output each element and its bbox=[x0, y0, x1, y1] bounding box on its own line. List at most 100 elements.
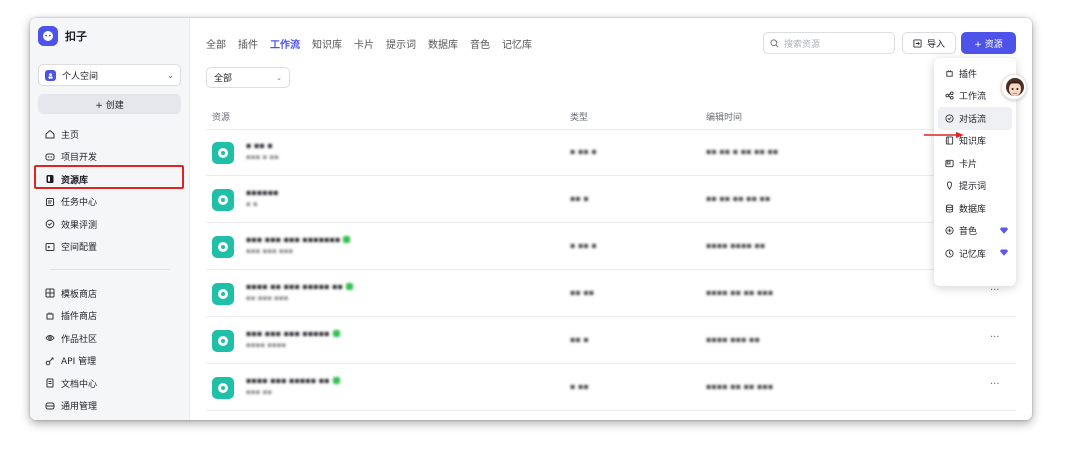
resource-type: ▪▪ ▪ bbox=[570, 194, 589, 203]
sidebar-item-task[interactable]: 任务中心 bbox=[38, 191, 184, 214]
table-row[interactable]: ▪ ▪▪ ▪ ▪▪▪ ▪ ▪▪ ▪ ▪▪ ▪ ▪▪ ▪▪ ▪ ▪▪ ▪▪ ▪▪ bbox=[206, 130, 1016, 176]
tab-2[interactable]: 工作流 bbox=[270, 36, 300, 51]
nav-divider bbox=[50, 269, 170, 270]
space-name: 个人空间 bbox=[62, 71, 99, 82]
resource-type: ▪ ▪▪ ▪ bbox=[570, 147, 597, 156]
create-button[interactable]: + 创建 bbox=[38, 94, 181, 114]
tab-0[interactable]: 全部 bbox=[206, 36, 226, 51]
menu-item-card[interactable]: 卡片 bbox=[938, 152, 1012, 175]
chatflow-resource-icon bbox=[212, 330, 234, 352]
sidebar-item-general-manage[interactable]: 通用管理 bbox=[38, 395, 184, 418]
resource-name-wrap: ▪▪▪ ▪▪▪ ▪▪▪ ▪▪▪▪▪ bbox=[246, 329, 340, 338]
sidebar-item-space-config[interactable]: 空间配置 bbox=[38, 236, 184, 259]
published-badge-icon bbox=[332, 330, 340, 337]
resource-description: ▪▪▪▪ ▪▪▪▪ bbox=[246, 341, 287, 349]
nav-top: 主页 项目开发 资源库 任务中心 效果评测 空间配置 bbox=[38, 123, 184, 258]
more-options-button[interactable]: ··· bbox=[990, 332, 1000, 343]
sidebar-item-label: 空间配置 bbox=[61, 243, 98, 254]
table-row[interactable]: ▪▪▪▪ ▪▪ ▪▪▪ ▪▪▪▪▪ ▪▪ ▪▪ ▪▪▪ ▪▪▪ ▪▪ ▪▪ ▪▪▪▪ … bbox=[206, 271, 1016, 317]
resource-name-wrap: ▪ ▪▪ ▪ bbox=[246, 141, 273, 150]
chatflow-resource-icon bbox=[212, 142, 234, 164]
menu-item-label: 数据库 bbox=[959, 204, 987, 215]
task-icon bbox=[44, 196, 55, 207]
table-row[interactable]: ▪▪▪ ▪▪▪ ▪▪▪ ▪▪▪▪▪ ▪▪▪▪ ▪▪▪▪ ▪▪ ▪ ▪▪▪▪ ▪▪▪ ▪… bbox=[206, 318, 1016, 364]
filter-select[interactable]: 全部 ⌄ bbox=[206, 67, 290, 88]
sidebar-item-label: 文档中心 bbox=[61, 379, 98, 390]
app-name: 扣子 bbox=[65, 30, 87, 43]
table-row[interactable]: ▪▪▪▪ ▪▪▪ ▪▪▪▪▪ ▪▪ ▪▪▪ ▪▪ ▪ ▪▪ ▪▪▪▪ ▪▪ ▪▪ ▪▪… bbox=[206, 365, 1016, 411]
resource-name-wrap: ▪▪▪▪▪▪ bbox=[246, 188, 279, 197]
resource-name-wrap: ▪▪▪▪ ▪▪ ▪▪▪ ▪▪▪▪▪ ▪▪ bbox=[246, 282, 353, 291]
resource-name: ▪ ▪▪ ▪ bbox=[246, 141, 273, 150]
menu-item-chatflow[interactable]: 对话流 bbox=[938, 107, 1012, 130]
nav-bottom: 模板商店插件商店作品社区 API 管理文档中心通用管理 bbox=[38, 282, 184, 417]
sidebar-item-api[interactable]: API 管理 bbox=[38, 350, 184, 373]
table-row[interactable]: ▪▪▪ ▪▪▪ ▪▪▪ ▪▪▪▪▪▪▪ ▪▪▪ ▪▪▪ ▪▪▪ ▪ ▪▪ ▪ ▪▪▪▪… bbox=[206, 224, 1016, 270]
premium-gem-icon bbox=[1000, 227, 1008, 237]
assistant-avatar[interactable] bbox=[1001, 74, 1027, 100]
column-header-type: 类型 bbox=[570, 113, 589, 123]
chatflow-resource-icon bbox=[212, 377, 234, 399]
sidebar-item-home[interactable]: 主页 bbox=[38, 123, 184, 146]
sidebar-item-docs[interactable]: 文档中心 bbox=[38, 372, 184, 395]
menu-item-label: 工作流 bbox=[959, 92, 987, 103]
menu-item-label: 插件 bbox=[959, 69, 978, 80]
sidebar-item-label: 效果评测 bbox=[61, 220, 98, 231]
search-placeholder: 搜索资源 bbox=[784, 39, 821, 50]
menu-item-label: 对话流 bbox=[959, 114, 987, 125]
tab-5[interactable]: 提示词 bbox=[386, 36, 416, 51]
resource-description: ▪▪▪ ▪ ▪▪ bbox=[246, 153, 279, 161]
plugin-store-icon bbox=[44, 310, 55, 321]
tab-7[interactable]: 音色 bbox=[470, 36, 490, 51]
import-icon bbox=[913, 38, 922, 48]
app-logo[interactable]: 扣子 bbox=[38, 26, 87, 46]
tab-6[interactable]: 数据库 bbox=[428, 36, 458, 51]
menu-item-database[interactable]: 数据库 bbox=[938, 197, 1012, 220]
chevron-down-icon: ⌄ bbox=[167, 70, 174, 80]
resource-name-wrap: ▪▪▪ ▪▪▪ ▪▪▪ ▪▪▪▪▪▪▪ bbox=[246, 235, 351, 244]
workflow-icon bbox=[944, 91, 954, 101]
sidebar-item-evaluate[interactable]: 效果评测 bbox=[38, 213, 184, 236]
tab-4[interactable]: 卡片 bbox=[354, 36, 374, 51]
add-resource-button[interactable]: + 资源 bbox=[961, 32, 1016, 54]
menu-item-memory[interactable]: 记忆库 bbox=[938, 242, 1012, 265]
search-input[interactable]: 搜索资源 bbox=[763, 32, 895, 54]
sidebar-item-plugin-store[interactable]: 插件商店 bbox=[38, 305, 184, 328]
menu-item-label: 音色 bbox=[959, 227, 978, 238]
sidebar-item-template-store[interactable]: 模板商店 bbox=[38, 282, 184, 305]
sidebar-item-community[interactable]: 作品社区 bbox=[38, 327, 184, 350]
plugin-icon bbox=[944, 68, 954, 78]
resource-edit-time: ▪▪▪▪ ▪▪▪ ▪▪ bbox=[706, 335, 760, 344]
card-icon bbox=[944, 158, 954, 168]
highlight-box bbox=[34, 165, 184, 189]
space-config-icon bbox=[44, 241, 55, 252]
sidebar: 扣子 个人空间 ⌄ + 创建 主页 项目开发 资源库 任务中心 效果评测 空间配置 模板商… bbox=[30, 18, 190, 420]
menu-item-voice[interactable]: 音色 bbox=[938, 220, 1012, 243]
menu-item-prompt[interactable]: 提示词 bbox=[938, 175, 1012, 198]
more-options-button[interactable]: ··· bbox=[990, 379, 1000, 390]
table-row[interactable]: ▪▪▪▪▪▪ ▪ ▪ ▪▪ ▪ ▪▪ ▪▪ ▪▪ ▪▪ ▪▪ bbox=[206, 177, 1016, 223]
tab-1[interactable]: 插件 bbox=[238, 36, 258, 51]
resource-tabs: 全部 插件 工作流 知识库 卡片 提示词 数据库 音色 记忆库 bbox=[206, 36, 544, 51]
menu-item-plugin[interactable]: 插件 bbox=[938, 62, 1012, 85]
column-header-resource: 资源 bbox=[212, 113, 231, 123]
resource-description: ▪▪▪ ▪▪▪ ▪▪▪ bbox=[246, 247, 294, 255]
resource-type: ▪ ▪▪ bbox=[570, 382, 589, 391]
filter-value: 全部 bbox=[214, 74, 233, 84]
resource-edit-time: ▪▪ ▪▪ ▪▪ ▪▪ ▪▪ bbox=[706, 194, 771, 203]
import-button[interactable]: 导入 bbox=[902, 32, 956, 54]
more-options-button[interactable]: ··· bbox=[990, 285, 1000, 296]
resource-edit-time: ▪▪ ▪▪ ▪ ▪▪ ▪▪ ▪▪ bbox=[706, 147, 779, 156]
sidebar-item-label: 插件商店 bbox=[61, 312, 98, 323]
tab-3[interactable]: 知识库 bbox=[312, 36, 342, 51]
space-selector[interactable]: 个人空间 ⌄ bbox=[38, 64, 181, 86]
community-icon bbox=[44, 333, 55, 344]
template-store-icon bbox=[44, 288, 55, 299]
voice-icon bbox=[944, 226, 954, 236]
tab-8[interactable]: 记忆库 bbox=[502, 36, 532, 51]
resource-description: ▪▪▪ ▪▪ bbox=[246, 388, 272, 396]
published-badge-icon bbox=[332, 377, 340, 384]
memory-icon bbox=[944, 248, 954, 258]
sidebar-item-label: 主页 bbox=[61, 130, 80, 141]
coze-logo-icon bbox=[38, 26, 58, 46]
